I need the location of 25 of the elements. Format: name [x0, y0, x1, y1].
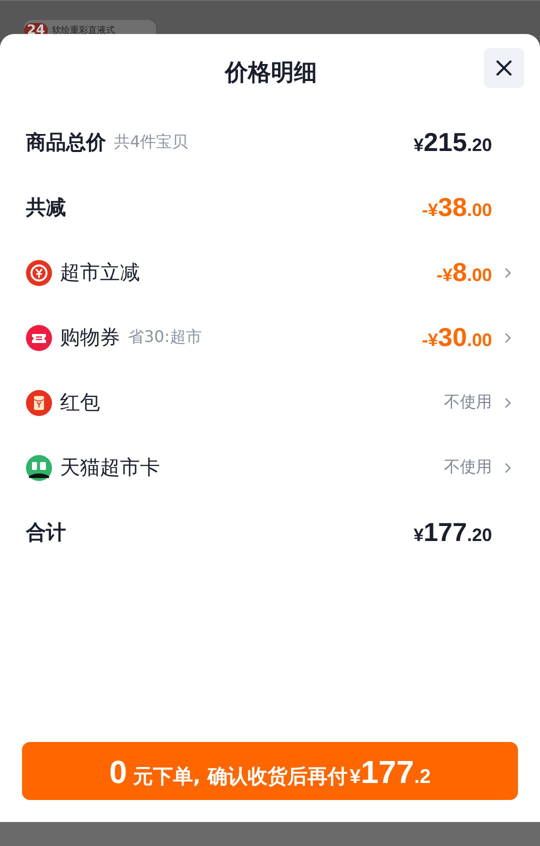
- amount: -¥30.00: [422, 322, 492, 353]
- option-value[interactable]: 不使用: [444, 392, 492, 413]
- option-value[interactable]: 不使用: [444, 457, 492, 478]
- row-label: 商品总价: [26, 129, 106, 156]
- pay-button[interactable]: 0 元下单, 确认收货后再付¥177.2: [22, 742, 518, 800]
- store-card-icon: [26, 454, 52, 480]
- row-label: 共减: [26, 194, 66, 221]
- row-label: 超市立减: [60, 259, 140, 286]
- amount: ¥177.20: [414, 517, 492, 548]
- amount: -¥8.00: [436, 257, 492, 288]
- row-label: 合计: [26, 519, 66, 546]
- row-label: 购物券: [60, 324, 120, 351]
- close-button[interactable]: [484, 48, 524, 88]
- amount: -¥38.00: [422, 192, 492, 223]
- row-label: 红包: [60, 389, 100, 416]
- envelope-icon: [26, 390, 52, 416]
- row-note: 共4件宝贝: [114, 132, 188, 153]
- count-badge: 24: [24, 22, 48, 34]
- row-label: 天猫超市卡: [60, 454, 160, 481]
- row-note: 省30:超市: [128, 327, 202, 348]
- ticket-icon: [26, 324, 52, 350]
- sheet-title: 价格明细: [225, 58, 317, 88]
- product-name: 软绘重彩直液式: [52, 24, 116, 34]
- yen-coupon-icon: [26, 260, 52, 286]
- amount: ¥215.20: [414, 127, 492, 158]
